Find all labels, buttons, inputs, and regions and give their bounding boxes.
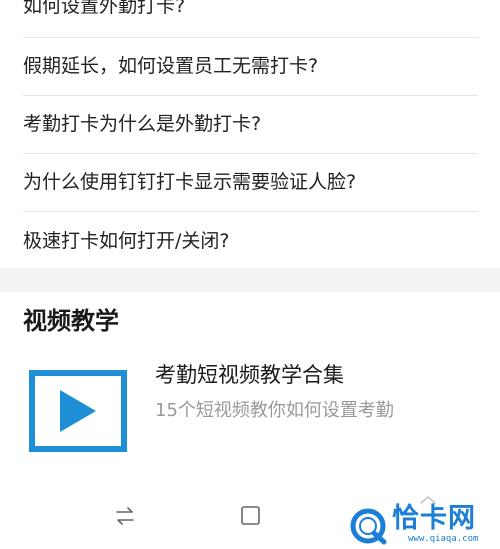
home-button[interactable] xyxy=(235,501,265,531)
video-card-subtitle: 15个短视频教你如何设置考勤 xyxy=(155,400,394,421)
faq-divider xyxy=(23,95,478,96)
faq-item-quick-checkin[interactable]: 极速打卡如何打开/关闭? xyxy=(23,229,478,253)
section-separator xyxy=(0,268,500,292)
home-square-icon xyxy=(241,506,260,525)
faq-item-holiday-no-checkin[interactable]: 假期延长，如何设置员工无需打卡? xyxy=(23,54,478,78)
faq-item-why-outdoor[interactable]: 考勤打卡为什么是外勤打卡? xyxy=(23,112,478,136)
video-thumbnail[interactable] xyxy=(29,370,127,452)
faq-divider xyxy=(23,211,478,212)
faq-item-face-verify[interactable]: 为什么使用钉钉打卡显示需要验证人脸? xyxy=(23,170,478,194)
video-card-title: 考勤短视频教学合集 xyxy=(155,363,344,387)
video-card[interactable]: 考勤短视频教学合集 15个短视频教你如何设置考勤 xyxy=(0,355,500,465)
watermark-logo-icon xyxy=(350,508,387,545)
play-icon xyxy=(60,390,96,432)
watermark-text: 恰卡网 xyxy=(392,503,476,534)
watermark-url: www.qiaqa.com xyxy=(408,534,479,544)
faq-divider xyxy=(23,153,478,154)
faq-item-outdoor-checkin[interactable]: 如何设置外勤打卡? xyxy=(23,0,478,18)
swap-icon xyxy=(116,507,134,525)
section-title-video: 视频教学 xyxy=(23,307,119,335)
site-watermark: 恰卡网 www.qiaqa.com xyxy=(348,503,498,547)
recent-apps-button[interactable] xyxy=(110,501,140,531)
faq-divider xyxy=(23,37,478,38)
